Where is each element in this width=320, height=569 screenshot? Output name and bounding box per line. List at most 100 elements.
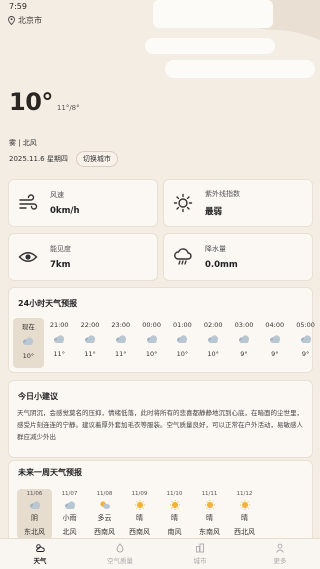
city-icon xyxy=(196,543,204,553)
hourly-forecast-card[interactable]: 24小时天气预报 现在 10° 21:00 11° 22:00 11° 23:00 11° 00… xyxy=(8,287,315,373)
hour-temp: 9° xyxy=(271,350,279,358)
day-condition: 晴 xyxy=(136,514,143,522)
hourly-item: 03:00 9° xyxy=(229,318,260,368)
metric-value: 0km/h xyxy=(50,206,80,216)
hour-time: 现在 xyxy=(21,323,35,331)
metric-value: 0.0mm xyxy=(205,260,238,270)
weather-description: 雾 | 北风 xyxy=(9,139,37,147)
hourly-item: 04:00 9° xyxy=(259,318,290,368)
hour-temp: 10° xyxy=(145,350,158,358)
air-quality-icon xyxy=(116,543,124,553)
hour-time: 23:00 xyxy=(111,321,131,329)
visibility-card: 能见度 7km xyxy=(8,233,158,281)
hour-temp: 10° xyxy=(207,350,219,358)
hourly-item: 22:00 11° xyxy=(75,318,106,368)
sun-icon xyxy=(204,500,215,510)
hour-time: 04:00 xyxy=(265,321,285,329)
hour-temp: 9° xyxy=(240,350,248,358)
cloud-decoration-icon xyxy=(145,0,320,78)
location-city: 北京市 xyxy=(18,16,42,25)
day-condition: 多云 xyxy=(97,514,112,522)
day-condition: 晴 xyxy=(206,514,213,522)
day-condition: 晴 xyxy=(171,514,178,522)
day-date: 11/07 xyxy=(61,491,78,497)
user-icon xyxy=(276,543,284,553)
metric-label: 风速 xyxy=(50,191,64,199)
daily-forecast-item[interactable]: 11/06 阴东北风 xyxy=(17,489,52,539)
daily-forecast-item[interactable]: 11/12 晴西北风 xyxy=(227,489,262,539)
date-row: 2025.11.6 星期四 切换城市 xyxy=(9,151,118,167)
daily-forecast-item[interactable]: 11/10 晴南风 xyxy=(157,489,192,539)
partly-cloudy-icon xyxy=(99,501,110,509)
day-date: 11/11 xyxy=(201,491,218,497)
daily-forecast-item[interactable]: 11/11 晴东南风 xyxy=(192,489,227,539)
uv-index-card: 紫外线指数 最弱 xyxy=(163,179,313,227)
wind-icon xyxy=(19,194,38,210)
day-condition: 晴 xyxy=(241,514,248,522)
cloud-icon xyxy=(115,335,126,343)
nav-label: 天气 xyxy=(33,557,47,565)
daily-forecast-item[interactable]: 11/09 晴西南风 xyxy=(122,489,157,539)
nav-label: 空气质量 xyxy=(107,557,133,565)
current-date: 2025.11.6 星期四 xyxy=(9,155,68,163)
status-time: 7:59 xyxy=(9,2,27,11)
metric-label: 能见度 xyxy=(50,245,71,253)
hour-temp: 10° xyxy=(22,352,35,360)
daily-tip-card: 今日小建议 天气阴沉，会感觉莫名的压抑，情绪低落，此时将所有的悲喜都静静地沉到心… xyxy=(8,380,313,458)
hour-time: 22:00 xyxy=(80,321,100,329)
cloud-icon xyxy=(146,335,157,343)
hourly-item: 23:00 11° xyxy=(105,318,136,368)
hour-temp: 11° xyxy=(53,350,65,358)
daily-forecast-item[interactable]: 11/07 小雨 北风 xyxy=(52,489,87,539)
hourly-list[interactable]: 现在 10° 21:00 11° 22:00 11° 23:00 11° 00:00 10° 01:… xyxy=(13,318,320,368)
tip-body: 天气阴沉，会感觉莫名的压抑，情绪低落，此时将所有的悲喜都静静地沉到心底，在暗面的… xyxy=(17,409,303,441)
nav-tab-3[interactable]: 更多 xyxy=(240,539,320,569)
day-condition: 阴 xyxy=(31,514,38,522)
weekly-list[interactable]: 11/06 阴东北风 11/07 小雨 北风 11/08 多云 西南风 11/09 晴西南风 11/… xyxy=(17,489,262,539)
temperature-range: 11°/8° xyxy=(56,104,80,112)
hourly-item: 02:00 10° xyxy=(198,318,229,368)
nav-tab-0[interactable]: 天气 xyxy=(0,539,80,569)
cloud-icon xyxy=(269,335,280,343)
cloud-icon xyxy=(84,335,96,343)
cloud-icon xyxy=(300,335,311,343)
cloud-icon xyxy=(177,335,188,343)
cloud-icon xyxy=(54,335,65,343)
nav-tab-2[interactable]: 城市 xyxy=(160,539,240,569)
hour-temp: 10° xyxy=(176,350,189,358)
weather-icon xyxy=(36,544,45,552)
daily-forecast-item[interactable]: 11/08 多云 西南风 xyxy=(87,489,122,539)
precipitation-card: 降水量 0.0mm xyxy=(163,233,313,281)
wind-speed-card: 风速 0km/h xyxy=(8,179,158,227)
eye-icon xyxy=(18,252,38,262)
sun-icon xyxy=(134,500,145,510)
location-selector[interactable]: 北京市 xyxy=(8,15,42,26)
hourly-item: 21:00 11° xyxy=(44,318,75,368)
nav-label: 更多 xyxy=(273,557,287,565)
hour-time: 00:00 xyxy=(142,321,161,329)
hour-time: 02:00 xyxy=(203,321,223,329)
hourly-item: 现在 10° xyxy=(13,318,44,368)
day-date: 11/10 xyxy=(166,491,183,497)
cloud-icon xyxy=(238,335,250,343)
hour-time: 01:00 xyxy=(173,321,192,329)
rain-cloud-icon xyxy=(174,248,192,265)
metric-value: 最弱 xyxy=(205,207,223,217)
hourly-item: 00:00 10° xyxy=(136,318,167,368)
metric-label: 降水量 xyxy=(205,245,226,253)
weekly-title: 未来一周天气预报 xyxy=(18,468,82,477)
hourly-item: 01:00 10° xyxy=(167,318,198,368)
cloud-icon xyxy=(208,335,219,343)
hourly-title: 24小时天气预报 xyxy=(18,299,78,308)
switch-city-button[interactable]: 切换城市 xyxy=(75,151,118,167)
rain-cloud-icon xyxy=(64,501,75,509)
metric-value: 7km xyxy=(50,260,71,270)
weekly-forecast-card[interactable]: 未来一周天气预报 11/06 阴东北风 11/07 小雨 北风 11/08 多云 西南风 11/… xyxy=(8,460,313,543)
nav-tab-1[interactable]: 空气质量 xyxy=(80,539,160,569)
sun-icon xyxy=(169,500,180,510)
sun-icon xyxy=(173,193,193,213)
temperature-value: 10° xyxy=(9,88,53,116)
day-date: 11/08 xyxy=(96,491,113,497)
bottom-navigation: 天气 空气质量 城市 更多 xyxy=(0,538,320,569)
hour-time: 05:00 xyxy=(296,321,315,329)
